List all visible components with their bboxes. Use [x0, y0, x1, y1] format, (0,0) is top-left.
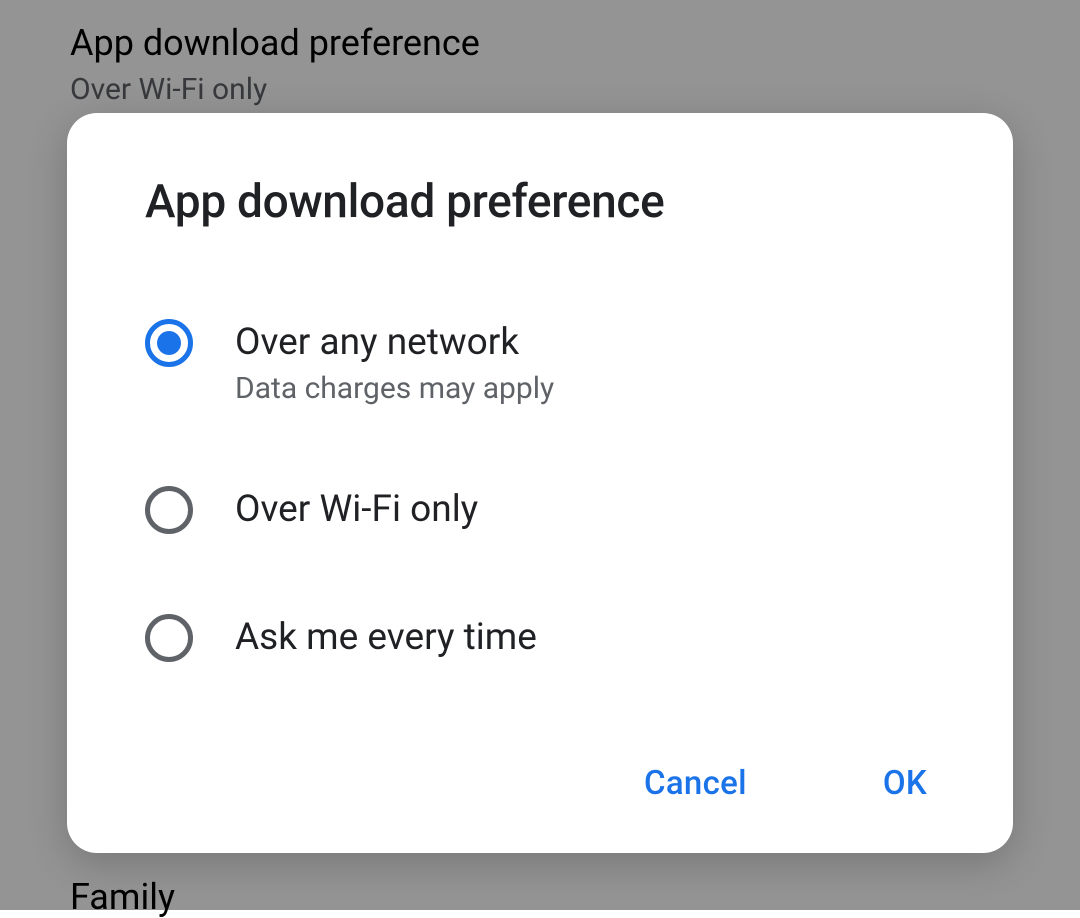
radio-button-icon: [145, 319, 193, 367]
cancel-button[interactable]: Cancel: [636, 752, 755, 815]
radio-option-ask-every-time[interactable]: Ask me every time: [145, 614, 935, 662]
dialog-action-bar: Cancel OK: [67, 752, 1013, 815]
dialog-download-preference: App download preference Over any network…: [67, 113, 1013, 853]
radio-label-group: Over Wi-Fi only: [235, 486, 478, 534]
ok-button[interactable]: OK: [875, 752, 935, 815]
dialog-title: App download preference: [67, 175, 1013, 229]
radio-label: Over Wi-Fi only: [235, 486, 478, 534]
radio-label-group: Over any network Data charges may apply: [235, 319, 554, 406]
radio-label: Ask me every time: [235, 614, 537, 662]
radio-group-network: Over any network Data charges may apply …: [67, 319, 1013, 662]
radio-button-icon: [145, 486, 193, 534]
radio-option-wifi-only[interactable]: Over Wi-Fi only: [145, 486, 935, 534]
radio-button-icon: [145, 614, 193, 662]
radio-label-group: Ask me every time: [235, 614, 537, 662]
radio-sublabel: Data charges may apply: [235, 371, 554, 406]
radio-option-any-network[interactable]: Over any network Data charges may apply: [145, 319, 935, 406]
radio-label: Over any network: [235, 319, 554, 367]
